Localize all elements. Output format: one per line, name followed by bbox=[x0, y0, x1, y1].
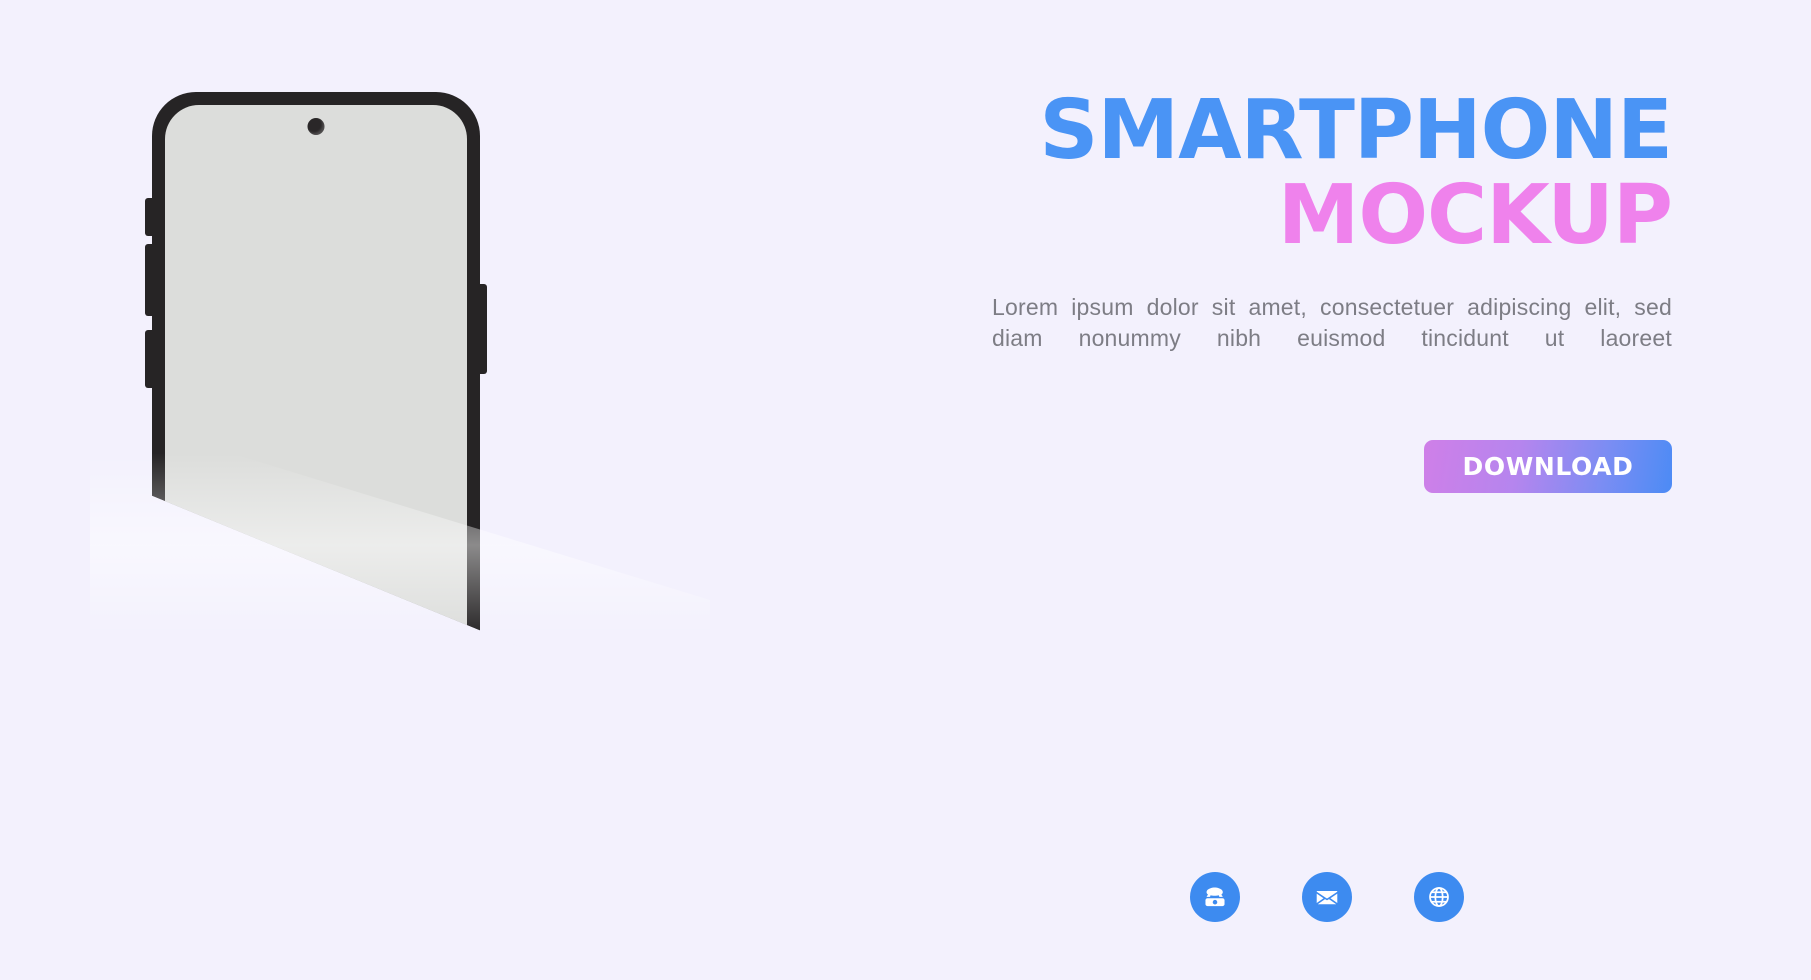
volume-down-button[interactable] bbox=[145, 244, 154, 316]
volume-up-button[interactable] bbox=[145, 198, 154, 236]
website-contact-button[interactable] bbox=[1414, 872, 1464, 922]
phone-screen bbox=[165, 105, 467, 690]
phone-contact-button[interactable] bbox=[1190, 872, 1240, 922]
hero-content: SMARTPHONE MOCKUP Lorem ipsum dolor sit … bbox=[872, 83, 1673, 493]
download-button[interactable]: DOWNLOAD bbox=[1424, 439, 1672, 493]
page-title-line2: MOCKUP bbox=[1277, 167, 1673, 263]
power-button[interactable] bbox=[478, 284, 487, 374]
telephone-icon bbox=[1202, 884, 1228, 910]
phone-clip-group bbox=[90, 70, 710, 690]
hero-description: Lorem ipsum dolor sit amet, consectetuer… bbox=[992, 293, 1672, 351]
contact-icon-row bbox=[1190, 872, 1464, 922]
page-title-line1: SMARTPHONE bbox=[1039, 83, 1673, 178]
bixby-button[interactable] bbox=[145, 330, 154, 388]
front-camera-punch-hole-icon bbox=[307, 118, 325, 135]
envelope-icon bbox=[1314, 884, 1340, 910]
mockup-canvas: SMARTPHONE MOCKUP Lorem ipsum dolor sit … bbox=[0, 0, 1811, 980]
cta-row: DOWNLOAD bbox=[872, 439, 1672, 493]
globe-icon bbox=[1426, 884, 1452, 910]
email-contact-button[interactable] bbox=[1302, 872, 1352, 922]
smartphone-mockup bbox=[90, 70, 710, 770]
phone-frame bbox=[145, 92, 487, 690]
